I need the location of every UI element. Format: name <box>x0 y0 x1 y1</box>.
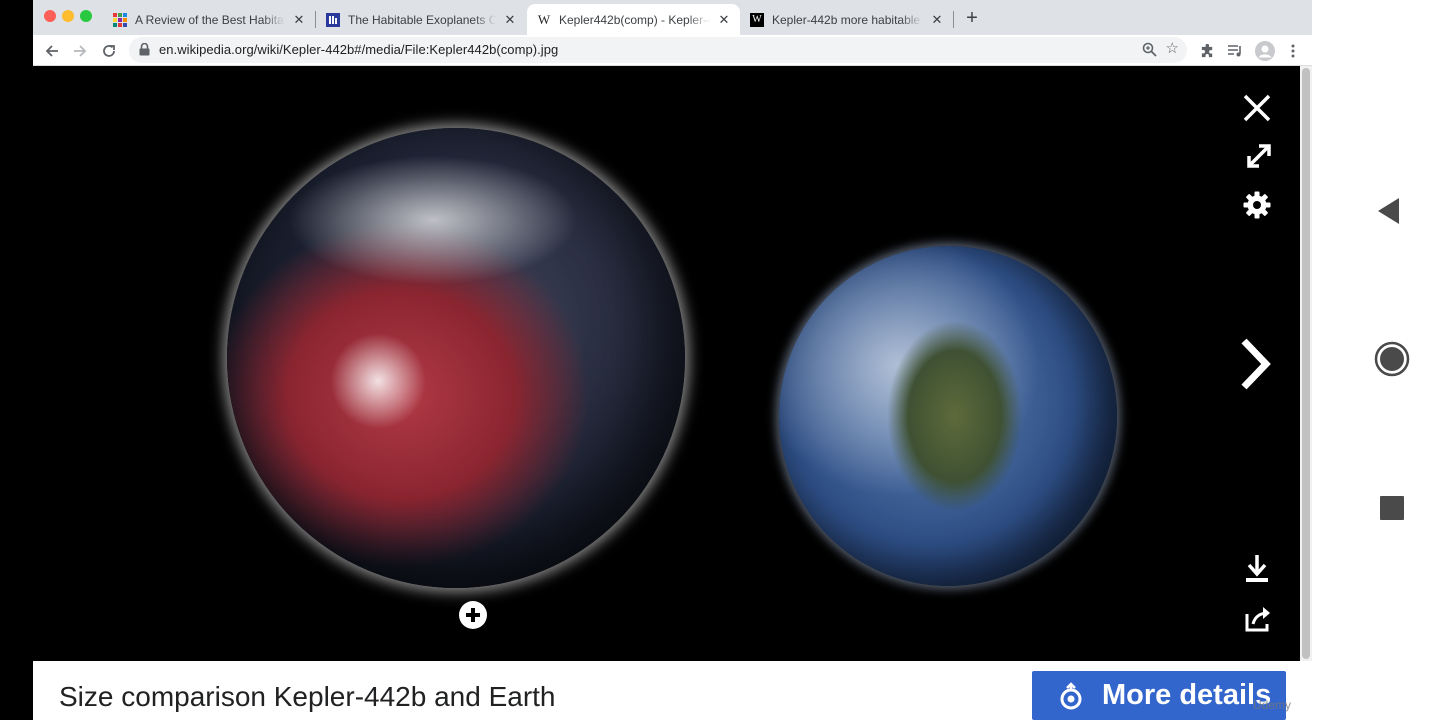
wikipedia-favicon-icon: W <box>537 11 551 27</box>
home-circle-icon[interactable] <box>1374 341 1410 377</box>
tab-title: A Review of the Best Habitable <box>135 12 285 27</box>
settings-icon[interactable] <box>1241 189 1273 221</box>
tab-strip: A Review of the Best Habitable ✕ The Hab… <box>33 0 1312 35</box>
profile-avatar-icon[interactable] <box>1255 41 1275 61</box>
fullscreen-icon[interactable] <box>1243 140 1275 172</box>
tab-close-icon[interactable]: ✕ <box>929 12 945 28</box>
zoom-plus-icon[interactable] <box>459 601 487 629</box>
tab-title: Kepler442b(comp) - Kepler-44 <box>559 12 710 27</box>
back-button[interactable] <box>40 39 64 63</box>
bookmark-star-icon[interactable]: ☆ <box>1166 41 1179 57</box>
share-icon[interactable] <box>1243 604 1275 634</box>
tab-close-icon[interactable]: ✕ <box>502 12 518 28</box>
download-icon[interactable] <box>1243 552 1271 584</box>
catalog-favicon-icon <box>326 12 340 27</box>
arrow-left-icon <box>45 45 58 57</box>
forward-button[interactable] <box>68 39 92 63</box>
tab-title: The Habitable Exoplanets Cata <box>348 12 496 27</box>
kepler-442b-planet-image <box>227 128 685 588</box>
close-window-button[interactable] <box>44 10 56 22</box>
tab-kepler442b-comp[interactable]: W Kepler442b(comp) - Kepler-44 ✕ <box>527 4 740 35</box>
grid-favicon-icon <box>113 12 127 27</box>
android-navigation-bar <box>1344 0 1440 720</box>
image-caption: Size comparison Kepler-442b and Earth <box>59 681 556 712</box>
page-scrollbar[interactable] <box>1300 66 1312 661</box>
minimize-window-button[interactable] <box>62 10 74 22</box>
tab-habitable-catalog[interactable]: The Habitable Exoplanets Cata ✕ <box>316 4 526 35</box>
scrollbar-thumb[interactable] <box>1302 68 1310 659</box>
tab-close-icon[interactable]: ✕ <box>291 12 307 28</box>
new-tab-button[interactable]: + <box>961 8 983 28</box>
tab-close-icon[interactable]: ✕ <box>716 12 732 28</box>
tab-review[interactable]: A Review of the Best Habitable ✕ <box>103 4 315 35</box>
maximize-window-button[interactable] <box>80 10 92 22</box>
browser-toolbar: en.wikipedia.org/wiki/Kepler-442b#/media… <box>33 35 1312 66</box>
zoom-icon[interactable] <box>1142 42 1157 62</box>
url-text: en.wikipedia.org/wiki/Kepler-442b#/media… <box>159 42 559 57</box>
media-caption-bar: Size comparison Kepler-442b and Earth Mo… <box>33 661 1312 720</box>
browser-window: A Review of the Best Habitable ✕ The Hab… <box>33 0 1312 720</box>
recents-square-icon[interactable] <box>1379 495 1405 521</box>
tab-title: Kepler-442b more habitable th <box>772 12 923 27</box>
media-viewer <box>33 66 1300 661</box>
kebab-menu-icon[interactable] <box>1283 41 1303 61</box>
address-bar[interactable]: en.wikipedia.org/wiki/Kepler-442b#/media… <box>129 37 1187 63</box>
more-details-label: More details <box>1102 679 1272 711</box>
lock-icon[interactable] <box>139 42 150 61</box>
right-white-margin <box>1312 0 1344 720</box>
extensions-puzzle-icon[interactable] <box>1197 41 1217 61</box>
more-details-button[interactable]: More details <box>1032 671 1286 720</box>
reload-icon <box>103 45 115 57</box>
news-favicon-icon: W <box>750 12 764 27</box>
earth-planet-image <box>779 246 1117 586</box>
arrow-right-icon <box>74 45 87 57</box>
udemy-watermark: Udemy <box>1253 698 1292 712</box>
tab-kepler442b-more-habitable[interactable]: W Kepler-442b more habitable th ✕ <box>740 4 953 35</box>
tab-separator <box>953 11 954 28</box>
next-icon[interactable] <box>1237 334 1273 394</box>
back-triangle-icon[interactable] <box>1374 196 1404 226</box>
close-icon[interactable] <box>1241 92 1273 124</box>
left-black-margin <box>0 0 33 720</box>
media-queue-icon[interactable] <box>1225 41 1245 61</box>
reload-button[interactable] <box>97 39 121 63</box>
commons-logo-icon <box>1056 681 1086 711</box>
